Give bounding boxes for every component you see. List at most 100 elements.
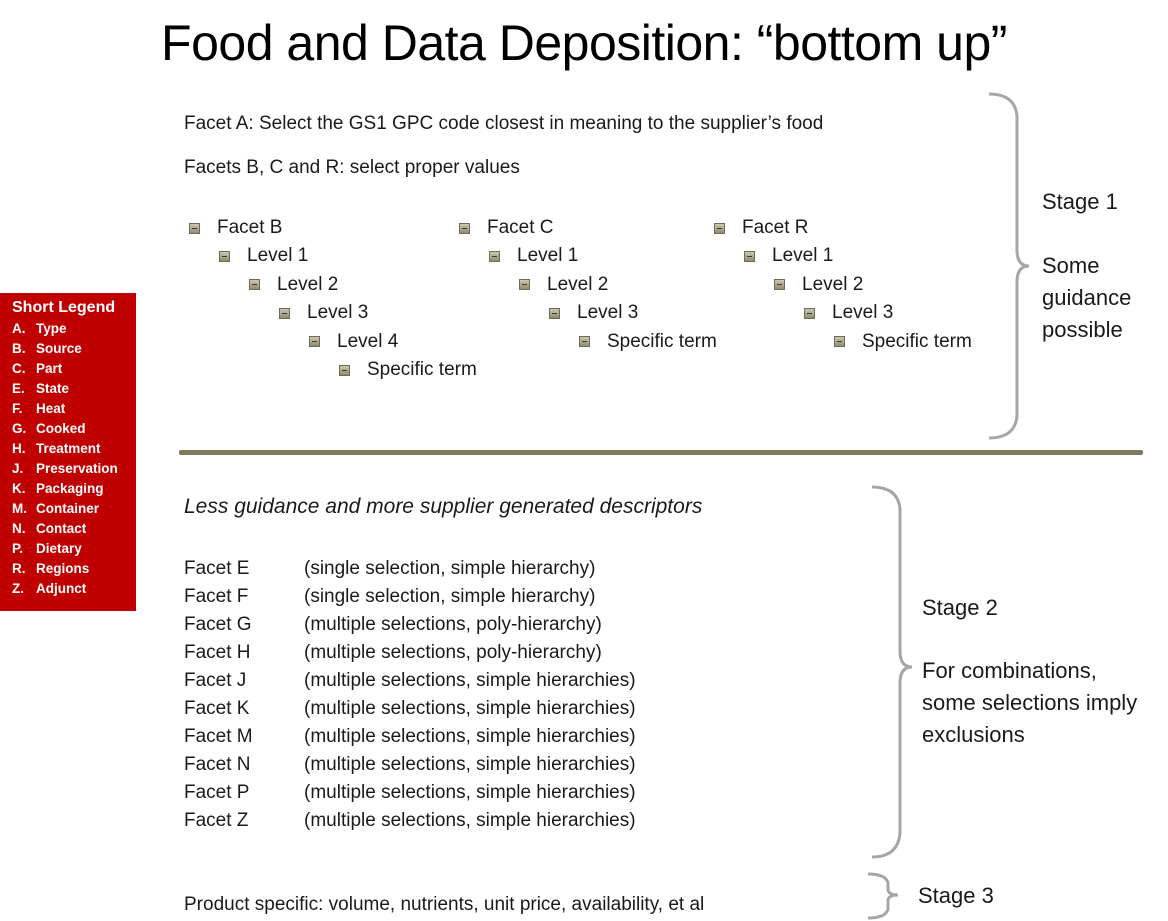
collapse-icon[interactable] <box>804 307 815 319</box>
stage3-brace-icon <box>867 872 899 920</box>
tree-node[interactable]: Level 2 <box>774 273 863 297</box>
legend-label: Heat <box>36 401 66 416</box>
facet-description: (multiple selections, simple hierarchies… <box>304 754 636 775</box>
collapse-icon[interactable] <box>744 250 755 262</box>
tree-node-label: Level 2 <box>277 273 339 295</box>
tree-node[interactable]: Level 1 <box>219 244 308 268</box>
tree-node[interactable]: Level 1 <box>489 244 578 268</box>
facet-name: Facet N <box>184 754 251 775</box>
stage1-brace-icon <box>988 92 1030 440</box>
tree-node-label: Facet B <box>217 217 283 238</box>
facet-name: Facet H <box>184 642 251 663</box>
stage-divider <box>179 450 1143 455</box>
collapse-icon[interactable] <box>219 250 230 262</box>
legend-items: A. Type B. Source C. Part E. State F. Heat G. Cooke… <box>12 319 136 599</box>
facet-row: Facet K (multiple selections, simple hier… <box>184 695 636 723</box>
legend-key: A. <box>12 321 26 336</box>
collapse-icon[interactable] <box>309 336 320 348</box>
facet-description: (multiple selections, simple hierarchies… <box>304 670 636 691</box>
tree-node-label: Specific term <box>367 359 477 380</box>
legend-label: Treatment <box>36 441 101 456</box>
tree-node-label: Level 3 <box>577 302 639 324</box>
facet-row: Facet E (single selection, simple hierarc… <box>184 555 595 583</box>
tree-root-node[interactable]: Facet B <box>189 216 282 240</box>
collapse-icon[interactable] <box>489 250 500 262</box>
collapse-icon[interactable] <box>549 307 560 319</box>
tree-node[interactable]: Level 4 <box>309 330 398 354</box>
tree-node-label: Level 1 <box>247 245 309 267</box>
facets-bcr-instruction: Facets B, C and R: select proper values <box>184 157 520 178</box>
collapse-icon[interactable] <box>279 307 290 319</box>
facet-description: (multiple selections, simple hierarchies… <box>304 782 636 803</box>
tree-node[interactable]: Level 2 <box>249 273 338 297</box>
stage2-brace-icon <box>871 485 913 859</box>
facet-name: Facet G <box>184 614 252 635</box>
legend-item: C. Part <box>12 359 136 379</box>
legend-label: State <box>36 381 70 396</box>
collapse-icon[interactable] <box>189 222 200 234</box>
facet-name: Facet K <box>184 698 250 719</box>
short-legend: Short Legend A. Type B. Source C. Part E. State… <box>0 293 136 611</box>
legend-key: K. <box>12 481 26 496</box>
legend-key: B. <box>12 341 26 356</box>
collapse-icon[interactable] <box>714 222 725 234</box>
tree-node[interactable]: Level 3 <box>549 301 638 325</box>
legend-item: A. Type <box>12 319 136 339</box>
stage1-note-line: Some <box>1042 253 1100 278</box>
tree-root-node[interactable]: Facet C <box>459 216 554 240</box>
facet-row: Facet M (multiple selections, simple hier… <box>184 723 636 751</box>
tree-node-label: Facet R <box>742 217 809 238</box>
stage1-note-line: guidance <box>1042 285 1132 310</box>
legend-item: H. Treatment <box>12 439 136 459</box>
legend-key: Z. <box>12 581 24 596</box>
tree-node-label: Level 1 <box>517 245 579 267</box>
tree-node-label: Specific term <box>607 330 717 352</box>
stage3-label: Stage 3 <box>918 883 994 908</box>
tree-node[interactable]: Level 2 <box>519 273 608 297</box>
facet-row: Facet H (multiple selections, poly-hierar… <box>184 639 602 667</box>
tree-node-label: Level 4 <box>337 330 399 352</box>
collapse-icon[interactable] <box>249 279 260 291</box>
tree-node-label: Level 3 <box>307 302 369 324</box>
legend-label: Container <box>36 501 100 516</box>
facet-row: Facet G (multiple selections, poly-hierar… <box>184 611 602 639</box>
legend-key: C. <box>12 361 26 376</box>
legend-key: J. <box>12 461 24 476</box>
facet-description: (multiple selections, poly-hierarchy) <box>304 642 602 663</box>
tree-node-label: Level 3 <box>832 302 894 324</box>
collapse-icon[interactable] <box>339 364 350 376</box>
collapse-icon[interactable] <box>579 336 590 348</box>
legend-label: Packaging <box>36 481 104 496</box>
collapse-icon[interactable] <box>459 222 470 234</box>
stage1-note: Some guidance possible <box>1042 250 1131 346</box>
stage3-text: Product specific: volume, nutrients, uni… <box>184 894 705 915</box>
tree-node[interactable]: Specific term <box>339 358 477 382</box>
facet-description: (single selection, simple hierarchy) <box>304 586 596 607</box>
tree-node[interactable]: Specific term <box>834 330 972 354</box>
legend-item: M. Container <box>12 499 136 519</box>
legend-key: N. <box>12 521 26 536</box>
collapse-icon[interactable] <box>774 279 785 291</box>
tree-node-label: Facet C <box>487 217 554 238</box>
tree-root-node[interactable]: Facet R <box>714 216 809 240</box>
tree-node[interactable]: Level 1 <box>744 244 833 268</box>
facet-name: Facet Z <box>184 810 249 831</box>
legend-item: F. Heat <box>12 399 136 419</box>
stage2-note-line: some selections imply <box>922 690 1138 715</box>
facet-name: Facet P <box>184 782 250 803</box>
tree-node-label: Specific term <box>862 330 972 352</box>
legend-label: Adjunct <box>36 581 87 596</box>
tree-node[interactable]: Level 3 <box>279 301 368 325</box>
legend-key: H. <box>12 441 26 456</box>
legend-label: Dietary <box>36 541 82 556</box>
legend-item: R. Regions <box>12 559 136 579</box>
legend-label: Part <box>36 361 63 376</box>
tree-node[interactable]: Specific term <box>579 330 717 354</box>
facet-name: Facet J <box>184 670 247 691</box>
collapse-icon[interactable] <box>519 279 530 291</box>
facet-description: (multiple selections, simple hierarchies… <box>304 726 636 747</box>
tree-node[interactable]: Level 3 <box>804 301 893 325</box>
collapse-icon[interactable] <box>834 336 845 348</box>
legend-label: Regions <box>36 561 90 576</box>
legend-title: Short Legend <box>12 299 116 316</box>
